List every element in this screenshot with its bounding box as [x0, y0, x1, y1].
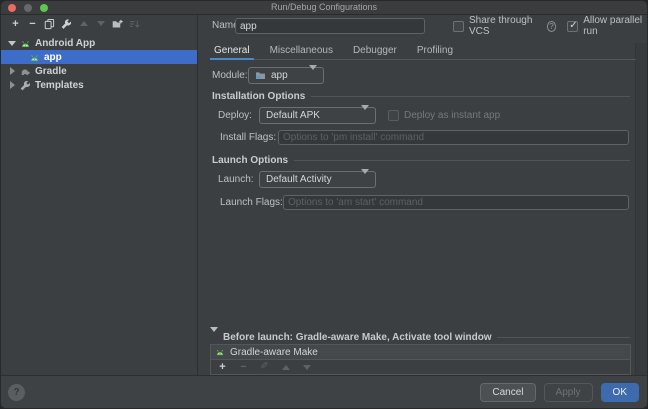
add-icon[interactable]: [10, 18, 21, 30]
before-launch-title: Before launch: Gradle-aware Make, Activa…: [223, 332, 492, 343]
config-tabs: General Miscellaneous Debugger Profiling: [210, 43, 636, 60]
window-title: Run/Debug Configurations: [1, 1, 647, 14]
deploy-dropdown[interactable]: Default APK: [259, 107, 376, 124]
wrench-icon: [20, 80, 31, 91]
launch-options-header: Launch Options: [212, 155, 630, 166]
section-title: Installation Options: [212, 91, 305, 102]
module-dropdown[interactable]: app: [248, 67, 324, 84]
help-button[interactable]: ?: [8, 384, 25, 401]
tab-general[interactable]: General: [213, 43, 251, 59]
tree-item-app[interactable]: app: [1, 50, 197, 64]
scroll-gutter: [635, 43, 647, 375]
new-folder-icon[interactable]: [112, 18, 123, 30]
tree-item-label: Android App: [35, 38, 95, 49]
before-launch-list: Gradle-aware Make: [210, 344, 631, 375]
module-label: Module:: [212, 67, 248, 84]
deploy-label: Deploy:: [218, 107, 252, 124]
sidebar-toolbar: [1, 15, 197, 32]
tree-item-gradle[interactable]: Gradle: [1, 64, 197, 78]
list-item-label: Gradle-aware Make: [230, 347, 318, 358]
configurations-tree: Android App app Gradle: [1, 36, 197, 92]
tab-profiling[interactable]: Profiling: [416, 43, 454, 59]
android-icon: [20, 38, 31, 49]
share-vcs-checkbox[interactable]: [453, 21, 464, 32]
move-down-icon: [301, 361, 312, 373]
tree-item-label: Templates: [35, 80, 84, 91]
share-vcs-label: Share through VCS: [469, 15, 542, 37]
before-launch-toolbar: [211, 360, 630, 374]
module-value: app: [271, 70, 288, 81]
installation-options-header: Installation Options: [212, 91, 630, 102]
section-rule: [311, 96, 630, 97]
install-flags-label: Install Flags:: [220, 130, 276, 146]
launch-label: Launch:: [218, 171, 254, 188]
instant-app-option: Deploy as instant app: [388, 107, 500, 124]
edit-pencil-icon: [259, 361, 270, 373]
dialog-footer: ? Cancel Apply OK: [1, 375, 647, 408]
list-item-gradle-aware-make[interactable]: Gradle-aware Make: [211, 345, 630, 360]
minimize-window-button: [24, 4, 32, 12]
instant-app-checkbox[interactable]: [388, 110, 399, 121]
configurations-sidebar: Android App app Gradle: [1, 15, 198, 375]
launch-flags-label: Launch Flags:: [220, 195, 283, 211]
module-folder-icon: [255, 70, 266, 81]
name-input[interactable]: [235, 18, 425, 34]
tree-item-label: app: [44, 52, 62, 63]
chevron-down-icon[interactable]: [8, 41, 16, 46]
chevron-down-icon: [309, 70, 317, 81]
close-window-button[interactable]: [8, 4, 16, 12]
copy-icon[interactable]: [44, 18, 55, 30]
tab-miscellaneous[interactable]: Miscellaneous: [269, 43, 334, 59]
move-up-icon: [280, 361, 291, 373]
install-flags-input[interactable]: [278, 130, 629, 145]
remove-icon[interactable]: [27, 18, 38, 30]
launch-flags-input[interactable]: [283, 195, 629, 210]
remove-icon: [238, 361, 249, 373]
section-rule: [497, 337, 630, 338]
move-down-icon: [95, 18, 106, 30]
allow-parallel-checkbox[interactable]: [567, 21, 578, 32]
gradle-icon: [20, 66, 31, 77]
before-launch-header[interactable]: Before launch: Gradle-aware Make, Activa…: [210, 332, 630, 343]
zoom-window-button[interactable]: [40, 4, 48, 12]
launch-value: Default Activity: [266, 174, 332, 185]
launch-dropdown[interactable]: Default Activity: [259, 171, 376, 188]
tab-debugger[interactable]: Debugger: [352, 43, 398, 59]
configuration-editor: Name: Share through VCS ? Allow parallel…: [198, 15, 647, 375]
tree-item-android-app[interactable]: Android App: [1, 36, 197, 50]
titlebar: Run/Debug Configurations: [1, 1, 647, 15]
allow-parallel-label: Allow parallel run: [583, 15, 647, 37]
run-debug-configurations-dialog: Run/Debug Configurations: [0, 0, 648, 409]
chevron-right-icon[interactable]: [8, 67, 16, 75]
add-icon[interactable]: [217, 361, 228, 373]
edit-wrench-icon[interactable]: [61, 18, 72, 30]
gradle-make-icon: [215, 347, 225, 357]
instant-app-label: Deploy as instant app: [404, 110, 500, 121]
move-up-icon: [78, 18, 89, 30]
window-controls: [8, 4, 48, 12]
apply-button[interactable]: Apply: [544, 383, 593, 402]
section-rule: [294, 160, 630, 161]
deploy-value: Default APK: [266, 110, 320, 121]
chevron-right-icon[interactable]: [8, 81, 16, 89]
android-icon: [29, 52, 40, 63]
vcs-help-icon[interactable]: ?: [547, 21, 557, 32]
ok-button[interactable]: OK: [601, 383, 639, 402]
sort-icon: [129, 18, 140, 30]
chevron-down-icon: [361, 110, 369, 121]
chevron-down-icon: [361, 174, 369, 185]
chevron-down-icon[interactable]: [210, 332, 218, 343]
tree-item-templates[interactable]: Templates: [1, 78, 197, 92]
section-title: Launch Options: [212, 155, 288, 166]
tree-item-label: Gradle: [35, 66, 67, 77]
cancel-button[interactable]: Cancel: [480, 383, 535, 402]
